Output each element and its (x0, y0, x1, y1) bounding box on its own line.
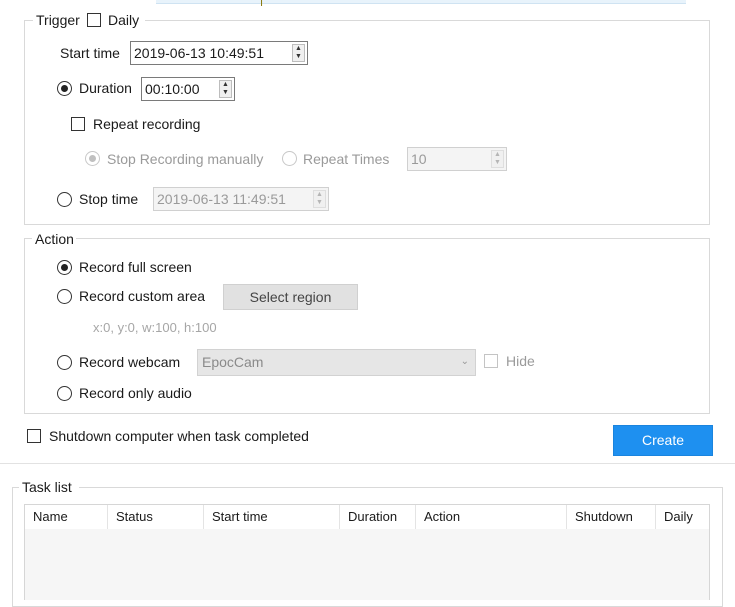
task-list-title: Task list (22, 479, 72, 495)
spin-arrows-icon[interactable]: ▲ ▼ (313, 190, 326, 208)
hide-checkbox[interactable] (484, 354, 498, 368)
column-daily[interactable]: Daily (656, 505, 709, 529)
top-input-strip (156, 0, 686, 4)
webcam-select-value: EpocCam (202, 354, 264, 370)
trigger-title: Trigger (36, 12, 80, 28)
shutdown-label: Shutdown computer when task completed (49, 428, 309, 444)
select-region-button[interactable]: Select region (223, 284, 358, 310)
column-start-time[interactable]: Start time (204, 505, 340, 529)
spin-arrows-icon[interactable]: ▲ ▼ (219, 80, 232, 98)
duration-value: 00:10:00 (145, 81, 200, 97)
record-webcam-label: Record webcam (79, 354, 181, 370)
repeat-recording-checkbox[interactable] (71, 117, 85, 131)
spin-arrows-icon[interactable]: ▲ ▼ (491, 150, 504, 168)
repeat-times-value: 10 (411, 151, 427, 167)
repeat-times-spinner[interactable]: 10 ▲ ▼ (407, 147, 507, 171)
start-time-label: Start time (60, 45, 120, 61)
stop-time-label: Stop time (79, 191, 139, 207)
record-full-screen-radio[interactable] (57, 260, 72, 275)
task-table-header: Name Status Start time Duration Action S… (24, 504, 710, 530)
duration-label: Duration (79, 80, 132, 96)
duration-radio[interactable] (57, 81, 72, 96)
column-status[interactable]: Status (108, 505, 204, 529)
column-duration[interactable]: Duration (340, 505, 416, 529)
spin-arrows-icon[interactable]: ▲ ▼ (292, 44, 305, 62)
daily-label: Daily (108, 12, 140, 28)
column-name[interactable]: Name (25, 505, 108, 529)
shutdown-checkbox[interactable] (27, 429, 41, 443)
action-title: Action (35, 231, 74, 247)
daily-checkbox[interactable] (87, 13, 101, 27)
repeat-times-label: Repeat Times (303, 151, 390, 167)
webcam-select[interactable]: EpocCam ⌄ (197, 349, 476, 376)
create-button[interactable]: Create (613, 425, 713, 456)
stop-manually-label: Stop Recording manually (107, 151, 264, 167)
duration-spinner[interactable]: 00:10:00 ▲ ▼ (141, 77, 235, 101)
task-table-body (24, 529, 710, 600)
repeat-times-radio[interactable] (282, 151, 297, 166)
record-webcam-radio[interactable] (57, 355, 72, 370)
record-custom-area-radio[interactable] (57, 289, 72, 304)
start-time-spinner[interactable]: 2019-06-13 10:49:51 ▲ ▼ (130, 41, 308, 65)
stop-time-value: 2019-06-13 11:49:51 (157, 191, 286, 207)
stop-manually-radio[interactable] (85, 151, 100, 166)
text-cursor-icon: I (260, 0, 264, 9)
region-hint: x:0, y:0, w:100, h:100 (93, 320, 217, 335)
stop-time-radio[interactable] (57, 192, 72, 207)
chevron-down-icon: ⌄ (460, 356, 469, 367)
stop-time-spinner[interactable]: 2019-06-13 11:49:51 ▲ ▼ (153, 187, 329, 211)
repeat-recording-label: Repeat recording (93, 116, 201, 132)
record-only-audio-radio[interactable] (57, 386, 72, 401)
start-time-value: 2019-06-13 10:49:51 (134, 45, 264, 61)
record-custom-area-label: Record custom area (79, 288, 206, 304)
column-shutdown[interactable]: Shutdown (567, 505, 656, 529)
hide-label: Hide (506, 353, 535, 369)
column-action[interactable]: Action (416, 505, 567, 529)
record-full-screen-label: Record full screen (79, 259, 192, 275)
section-divider (0, 463, 735, 464)
record-only-audio-label: Record only audio (79, 385, 192, 401)
